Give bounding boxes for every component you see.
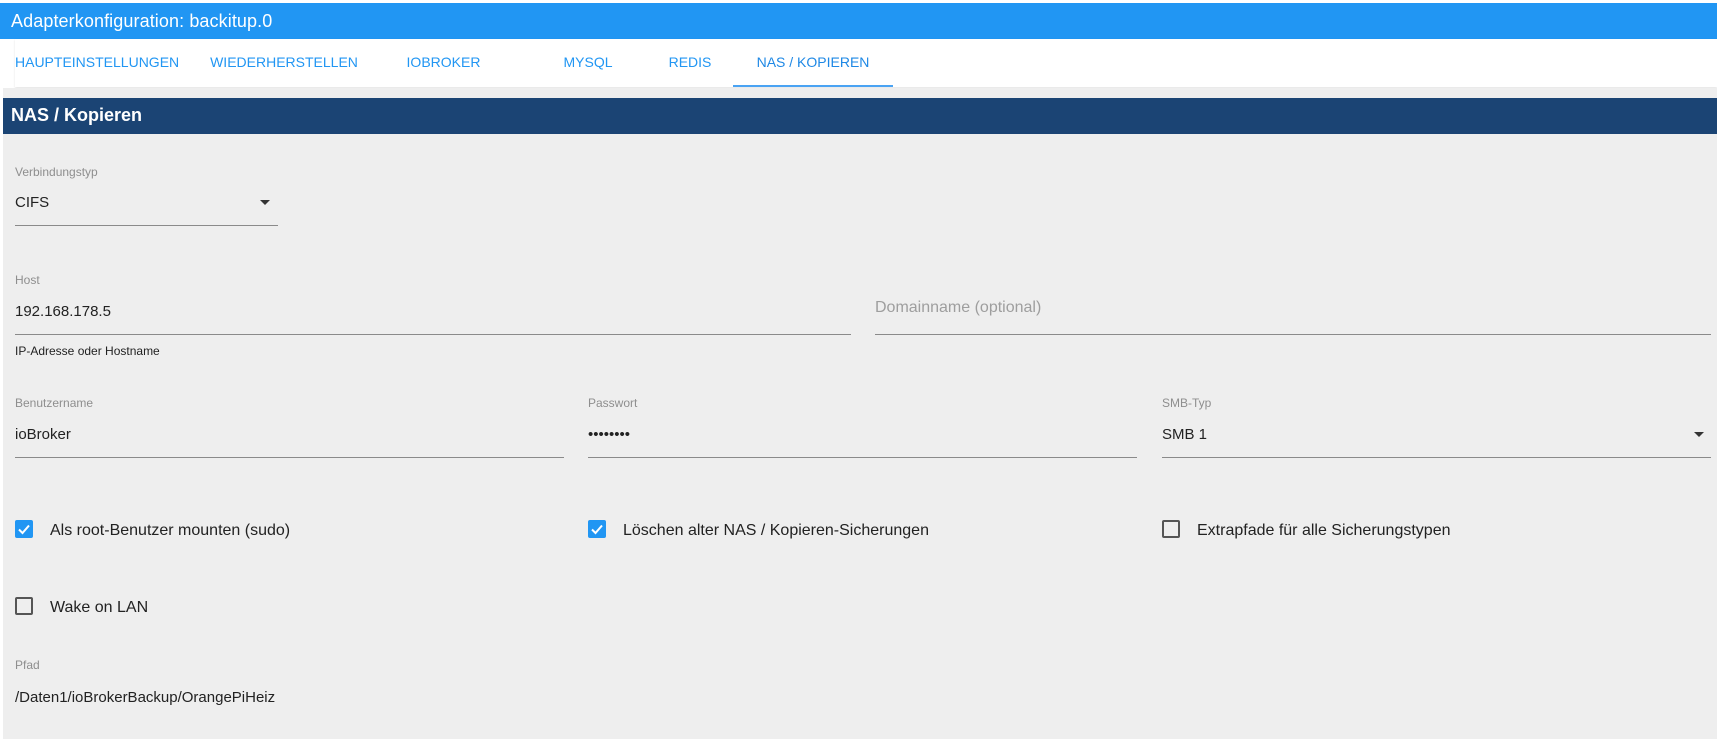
- domain-underline: [875, 334, 1711, 335]
- extra-paths-checkbox[interactable]: [1162, 520, 1180, 538]
- delete-old-checkbox-label[interactable]: Löschen alter NAS / Kopieren-Sicherungen: [623, 522, 929, 540]
- smb-type-select[interactable]: SMB 1: [1162, 426, 1207, 443]
- smb-type-underline: [1162, 457, 1711, 458]
- settings-panel: [3, 88, 1717, 739]
- section-header: NAS / Kopieren: [3, 98, 1717, 134]
- tab-bar: HAUPTEINSTELLUNGEN WIEDERHERSTELLEN IOBR…: [15, 39, 1717, 87]
- username-input[interactable]: ioBroker: [15, 426, 71, 443]
- username-underline: [15, 457, 564, 458]
- wol-checkbox[interactable]: [15, 597, 33, 615]
- sudo-checkbox-label[interactable]: Als root-Benutzer mounten (sudo): [50, 522, 290, 540]
- sudo-checkbox[interactable]: [15, 520, 33, 538]
- host-label: Host: [15, 273, 40, 287]
- domain-input[interactable]: Domainname (optional): [875, 299, 1041, 317]
- caret-down-icon[interactable]: [1694, 432, 1704, 437]
- host-underline: [15, 334, 851, 335]
- tab-wiederherstellen[interactable]: WIEDERHERSTELLEN: [208, 39, 360, 87]
- tab-mysql[interactable]: MYSQL: [558, 39, 618, 87]
- tab-iobroker[interactable]: IOBROKER: [399, 39, 488, 87]
- check-icon: [18, 524, 30, 535]
- smb-type-label: SMB-Typ: [1162, 396, 1212, 410]
- tab-redis[interactable]: REDIS: [658, 39, 722, 87]
- caret-down-icon[interactable]: [260, 200, 270, 205]
- connection-type-select[interactable]: CIFS: [15, 194, 49, 211]
- password-label: Passwort: [588, 396, 638, 410]
- password-underline: [588, 457, 1137, 458]
- connection-type-underline: [15, 225, 278, 226]
- extra-paths-checkbox-label[interactable]: Extrapfade für alle Sicherungstypen: [1197, 522, 1450, 540]
- username-label: Benutzername: [15, 396, 94, 410]
- window-titlebar: Adapterkonfiguration: backitup.0: [0, 3, 1717, 39]
- section-title: NAS / Kopieren: [11, 105, 143, 125]
- path-input[interactable]: /Daten1/ioBrokerBackup/OrangePiHeiz: [15, 689, 275, 706]
- path-label: Pfad: [15, 658, 40, 672]
- connection-type-label: Verbindungstyp: [15, 165, 98, 179]
- wol-checkbox-label[interactable]: Wake on LAN: [50, 599, 148, 617]
- window-title: Adapterkonfiguration: backitup.0: [11, 11, 273, 31]
- host-helper-text: IP-Adresse oder Hostname: [15, 344, 160, 358]
- delete-old-checkbox[interactable]: [588, 520, 606, 538]
- check-icon: [591, 524, 603, 535]
- password-input[interactable]: ••••••••: [588, 426, 630, 443]
- host-input[interactable]: 192.168.178.5: [15, 303, 111, 320]
- tab-nas-kopieren[interactable]: NAS / KOPIEREN: [733, 39, 893, 87]
- tab-haupteinstellungen[interactable]: HAUPTEINSTELLUNGEN: [15, 39, 179, 87]
